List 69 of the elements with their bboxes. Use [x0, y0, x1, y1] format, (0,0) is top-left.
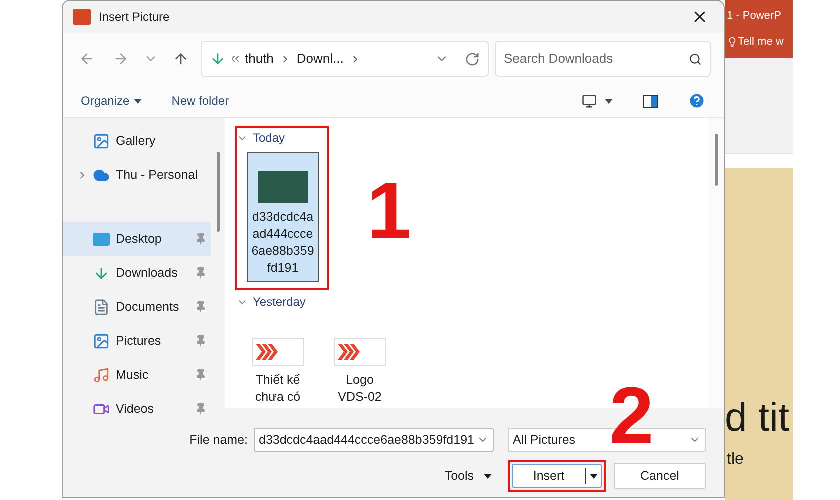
- sidebar-label: Downloads: [116, 264, 179, 282]
- group-header[interactable]: Yesterday: [237, 292, 391, 312]
- caret-icon[interactable]: [484, 474, 492, 478]
- double-chevron-icon[interactable]: [232, 56, 239, 62]
- chevrons-logo-icon: [334, 338, 386, 366]
- organize-button[interactable]: Organize: [81, 92, 142, 110]
- chevrons-logo-icon: [252, 338, 304, 366]
- group-header[interactable]: Today: [237, 128, 319, 148]
- tools-button[interactable]: Tools: [444, 466, 492, 486]
- pin-icon: [195, 301, 207, 313]
- pin-icon: [195, 233, 207, 245]
- file-name-field[interactable]: d33dcdc4aad444ccce6ae88b359fd191: [254, 428, 494, 452]
- lightbulb-icon: [727, 36, 738, 48]
- sidebar-item[interactable]: Videos: [63, 392, 211, 426]
- cancel-button[interactable]: Cancel: [614, 463, 706, 489]
- file-item[interactable]: Logo VDS-02: [329, 316, 391, 410]
- sidebar-label: Thu - Personal: [116, 166, 199, 184]
- search-input[interactable]: Search Downloads: [504, 49, 689, 69]
- document-icon: [93, 298, 110, 316]
- caret-icon[interactable]: [590, 474, 598, 478]
- picture-icon: [93, 332, 110, 350]
- sidebar-label: Videos: [116, 400, 155, 418]
- gallery-icon: [93, 132, 110, 150]
- sidebar-item[interactable]: Documents: [63, 290, 211, 324]
- desktop-icon: [93, 232, 110, 246]
- sidebar-item[interactable]: Gallery: [63, 124, 211, 158]
- breadcrumb[interactable]: thuth: [245, 49, 274, 69]
- sidebar-label: Documents: [116, 298, 180, 316]
- pin-icon: [195, 335, 207, 347]
- music-icon: [93, 366, 110, 384]
- search-icon: [689, 52, 702, 66]
- photo-placeholder: [258, 171, 308, 203]
- scrollbar-thumb[interactable]: [714, 134, 718, 186]
- help-icon[interactable]: [688, 92, 706, 110]
- caret-icon[interactable]: [134, 98, 142, 104]
- app-logo-icon: [73, 9, 91, 25]
- slide-canvas: d tit tle: [725, 168, 793, 500]
- address-bar[interactable]: thuth Downl...: [201, 41, 489, 77]
- sidebar-item[interactable]: Music: [63, 358, 211, 392]
- search-field[interactable]: Search Downloads: [495, 41, 711, 77]
- view-icon[interactable]: [582, 94, 597, 108]
- new-folder-button[interactable]: New folder: [172, 92, 230, 110]
- pin-icon: [195, 403, 207, 415]
- sidebar-label: Gallery: [116, 132, 157, 150]
- file-item[interactable]: d33dcdc4aad444ccce6ae88b359fd191: [247, 152, 319, 282]
- forward-arrow-icon: [113, 51, 129, 67]
- up-arrow-icon: [173, 51, 189, 67]
- window-title: Insert Picture: [99, 9, 170, 26]
- step-number-annotation: 1: [367, 171, 412, 251]
- sidebar-item[interactable]: Thu - Personal: [63, 158, 211, 192]
- file-item[interactable]: Thiết kế chưa có: [247, 316, 309, 410]
- pin-icon: [195, 267, 207, 279]
- app-title-bar: 1 - PowerP Tell me w: [725, 0, 793, 58]
- download-icon: [210, 51, 226, 67]
- refresh-icon: [465, 52, 480, 66]
- sidebar-label: Pictures: [116, 332, 162, 350]
- caret-icon[interactable]: [605, 98, 613, 104]
- sidebar-label: Desktop: [116, 230, 163, 248]
- sidebar-item[interactable]: Pictures: [63, 324, 211, 358]
- breadcrumb[interactable]: Downl...: [296, 49, 344, 69]
- preview-pane-icon[interactable]: [643, 94, 658, 108]
- scrollbar-thumb[interactable]: [216, 152, 220, 232]
- sidebar-item[interactable]: Desktop: [63, 222, 211, 256]
- back-arrow-icon: [79, 51, 95, 67]
- sidebar-label: Music: [116, 366, 150, 384]
- sidebar-item[interactable]: Downloads: [63, 256, 211, 290]
- insert-split-button[interactable]: Insert: [512, 464, 602, 488]
- file-name-label: File name:: [190, 432, 248, 449]
- pin-icon: [195, 369, 207, 381]
